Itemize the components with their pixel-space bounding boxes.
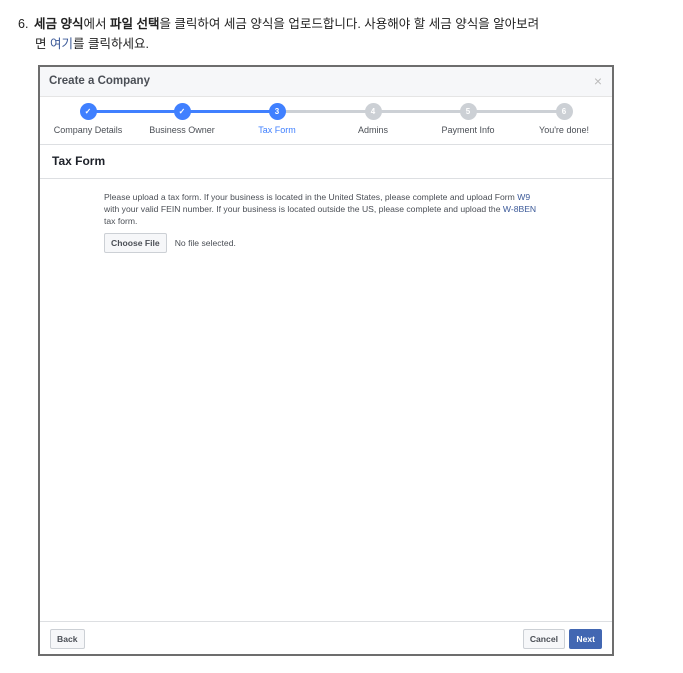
dialog-title: Create a Company <box>49 75 150 87</box>
step-tax-form: 3 Tax Form <box>227 103 327 135</box>
desc-text: Please upload a tax form. If your busine… <box>104 192 518 202</box>
step-label: Business Owner <box>149 125 215 135</box>
file-input-row: Choose File No file selected. <box>104 233 544 253</box>
step-label: Tax Form <box>258 125 296 135</box>
progress-stepper: ✓ Company Details ✓ Business Owner 3 Tax Form… <box>40 97 612 145</box>
choose-file-button[interactable]: Choose File <box>104 233 167 253</box>
desc-text: with your valid FEIN number. If your bus… <box>104 204 503 214</box>
step-business-owner: ✓ Business Owner <box>132 103 232 135</box>
instruction-part: 를 클릭하세요. <box>73 37 149 51</box>
checkmark-icon: ✓ <box>173 103 191 120</box>
step-label: You're done! <box>539 125 589 135</box>
step-label: Admins <box>357 125 388 135</box>
step-number-circle: 4 <box>364 103 382 120</box>
dialog-footer: Back Cancel Next <box>40 621 612 654</box>
cancel-button[interactable]: Cancel <box>522 629 565 649</box>
section-title: Tax Form <box>40 145 612 179</box>
create-company-dialog: Create a Company × ✓ Company Details ✓ Busi… <box>38 65 614 656</box>
tax-form-term: 세금 양식 <box>34 17 84 31</box>
step-label: Company Details <box>53 125 123 135</box>
step-payment-info: 5 Payment Info <box>418 103 518 135</box>
choose-file-term: 파일 선택 <box>109 17 160 31</box>
step-number: 6. <box>18 17 29 31</box>
w8ben-link[interactable]: W-8BEN <box>503 204 536 214</box>
file-status: No file selected. <box>174 238 236 248</box>
checkmark-icon: ✓ <box>79 103 97 120</box>
step-number-circle: 6 <box>555 103 573 120</box>
instruction-text: 6. 세금 양식에서 파일 선택을 클릭하여 세금 양식을 업로드합니다. 사용해… <box>18 14 618 54</box>
close-icon[interactable]: × <box>594 73 602 89</box>
step-label: Payment Info <box>441 125 495 135</box>
step-you-re-done: 6 You're done! <box>514 103 614 135</box>
dialog-header: Create a Company × <box>40 67 612 97</box>
step-number-circle: 5 <box>459 103 477 120</box>
step-company-details: ✓ Company Details <box>38 103 138 135</box>
tax-form-body: Please upload a tax form. If your busine… <box>104 191 544 253</box>
instruction-part: 에서 <box>83 17 110 31</box>
next-button[interactable]: Next <box>569 629 602 649</box>
desc-text: tax form. <box>104 216 138 226</box>
instruction-part: 을 클릭하여 세금 양식을 업로드합니다. 사용해야 할 세금 양식을 알아보려 <box>159 17 540 31</box>
here-link[interactable]: 여기 <box>50 37 73 51</box>
step-number-circle: 3 <box>268 103 286 120</box>
instruction-part: 면 <box>35 37 50 51</box>
step-admins: 4 Admins <box>323 103 423 135</box>
w9-link[interactable]: W9 <box>517 192 530 202</box>
back-button[interactable]: Back <box>50 629 85 649</box>
tax-form-description: Please upload a tax form. If your busine… <box>104 191 544 227</box>
